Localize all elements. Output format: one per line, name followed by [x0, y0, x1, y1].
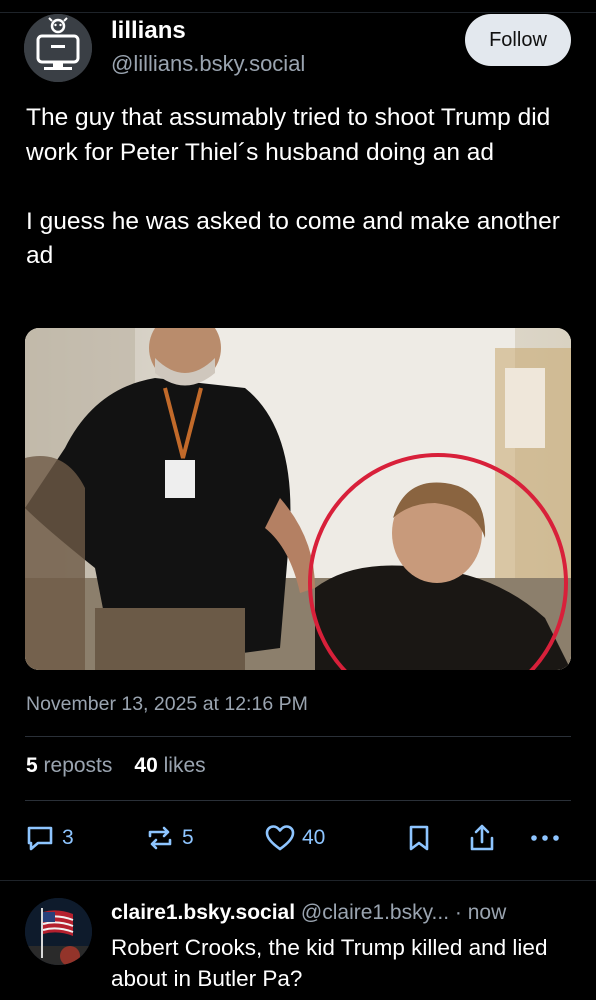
reposts-count: 5	[26, 754, 38, 777]
post-stats: 5 reposts 40 likes	[26, 754, 206, 778]
reply-count: 3	[62, 826, 74, 849]
reply-time: · now	[454, 901, 507, 924]
stats-top-divider	[25, 736, 571, 737]
more-options-button[interactable]	[527, 819, 563, 857]
reply-avatar[interactable]	[25, 898, 92, 965]
reply-handle[interactable]: @claire1.bsky...	[301, 901, 449, 924]
repost-button[interactable]: 5	[144, 819, 194, 857]
like-count: 40	[302, 826, 326, 849]
reply-header: claire1.bsky.social @claire1.bsky... · n…	[111, 901, 506, 925]
author-avatar[interactable]	[24, 14, 92, 82]
post-text: The guy that assumably tried to shoot Tr…	[26, 104, 560, 269]
post-timestamp[interactable]: November 13, 2025 at 12:16 PM	[26, 693, 308, 716]
likes-stat[interactable]: 40 likes	[134, 754, 205, 777]
author-display-name[interactable]: lillians	[111, 17, 186, 45]
bookmark-icon	[409, 825, 429, 851]
reply-display-name[interactable]: claire1.bsky.social	[111, 901, 295, 924]
share-icon	[470, 824, 494, 851]
reposts-label: reposts	[43, 754, 113, 777]
more-icon	[531, 835, 559, 841]
reply-separator	[0, 880, 596, 881]
computer-avatar-icon	[24, 14, 92, 82]
stats-bottom-divider	[25, 800, 571, 801]
reposts-stat[interactable]: 5 reposts	[26, 754, 112, 777]
reply-text: Robert Crooks, the kid Trump killed and …	[111, 935, 548, 991]
video-still-image	[25, 328, 571, 670]
flag-avatar-image	[25, 898, 92, 965]
author-handle[interactable]: @lillians.bsky.social	[111, 51, 305, 77]
top-divider	[0, 12, 596, 13]
reply-button[interactable]: 3	[24, 819, 74, 857]
repost-icon	[148, 826, 172, 850]
heart-icon	[265, 825, 295, 851]
post-image[interactable]	[25, 328, 571, 670]
follow-button[interactable]: Follow	[465, 14, 571, 66]
like-button[interactable]: 40	[264, 819, 325, 857]
reply-icon	[27, 826, 53, 851]
share-button[interactable]	[466, 819, 498, 857]
likes-count: 40	[134, 754, 158, 777]
likes-label: likes	[163, 754, 206, 777]
bookmark-button[interactable]	[403, 819, 435, 857]
repost-count: 5	[182, 826, 194, 849]
